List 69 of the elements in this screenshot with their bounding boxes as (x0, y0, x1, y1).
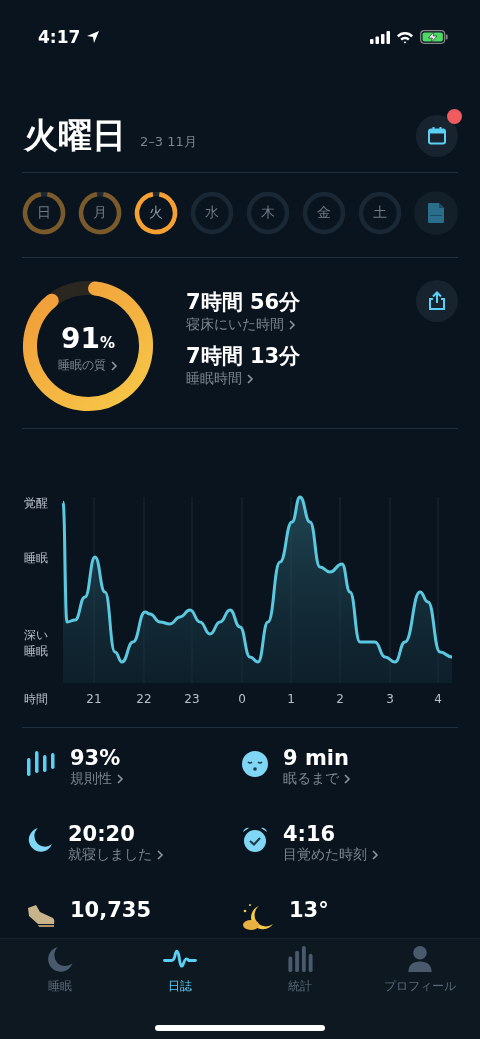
chevron-icon (156, 850, 164, 860)
tick-label: 23 (184, 692, 200, 706)
chevron-icon (343, 774, 351, 784)
bar-chart-icon (287, 945, 313, 974)
stat-link[interactable]: 就寝しました (68, 846, 164, 864)
chevron-icon (246, 374, 254, 384)
stat-value: 20:20 (68, 822, 136, 846)
duration-link[interactable]: 睡眠時間 (186, 370, 301, 388)
tab[interactable]: プロフィール (360, 945, 480, 995)
calendar-button[interactable] (416, 115, 458, 157)
sleepy-face-icon (241, 750, 269, 778)
date-range: 2–3 11月 (140, 133, 197, 151)
tick-label: 2 (336, 692, 344, 706)
day-title: 火曜日 (24, 114, 126, 157)
stat-value: 9 min (283, 746, 350, 770)
calendar-icon (427, 126, 447, 146)
day-ring[interactable]: 水 (190, 191, 234, 235)
stat-link[interactable]: 目覚めた時刻 (283, 846, 379, 864)
duration-value: 7時間 56分 (186, 289, 301, 316)
axis-label: 睡眠 (24, 644, 48, 658)
axis-label: 深い (24, 628, 48, 642)
wifi-icon (396, 30, 414, 44)
day-ring[interactable]: 日 (22, 191, 66, 235)
day-ring[interactable]: 金 (302, 191, 346, 235)
duration-link[interactable]: 寝床にいた時間 (186, 316, 301, 334)
quality-link[interactable]: 睡眠の質 (58, 357, 118, 374)
tick-label: 4 (434, 692, 442, 706)
chevron-icon (371, 850, 379, 860)
document-icon (426, 202, 446, 224)
location-arrow-icon (86, 30, 101, 44)
tick-label: 1 (287, 692, 295, 706)
day-ring[interactable]: 土 (358, 191, 402, 235)
chevron-icon (116, 774, 124, 784)
axis-label: 覚醒 (24, 496, 48, 510)
stat-value: 13° (289, 898, 329, 922)
tab[interactable]: 睡眠 (0, 945, 120, 995)
tick-label: 3 (386, 692, 394, 706)
stat-value: 4:16 (283, 822, 337, 846)
share-button[interactable] (416, 280, 458, 322)
chevron-icon (110, 360, 118, 371)
share-icon (428, 291, 446, 311)
bars-icon (26, 750, 56, 778)
tick-label: 0 (238, 692, 246, 706)
alarm-clock-icon (241, 826, 269, 854)
stat-link[interactable]: 規則性 (70, 770, 124, 788)
axis-label: 睡眠 (24, 551, 48, 565)
day-ring[interactable]: 火 (134, 191, 178, 235)
quality-percent: 91% (61, 322, 115, 355)
tab[interactable]: 統計 (240, 945, 360, 995)
day-ring[interactable]: 月 (78, 191, 122, 235)
report-button[interactable] (414, 191, 458, 235)
tick-label: 22 (136, 692, 152, 706)
status-time: 4:17 (38, 27, 81, 47)
tab[interactable]: 日誌 (120, 945, 240, 995)
tick-label: 21 (86, 692, 102, 706)
moon-icon (45, 945, 75, 974)
battery-charging-icon (420, 30, 448, 44)
signal-icon (370, 30, 390, 44)
shoe-icon (26, 902, 56, 930)
duration-value: 7時間 13分 (186, 343, 301, 370)
stat-link[interactable]: 眠るまで (283, 770, 351, 788)
moon-cloud-icon (241, 902, 275, 932)
chevron-icon (288, 320, 296, 330)
stat-value: 10,735 (70, 898, 152, 922)
day-ring[interactable]: 木 (246, 191, 290, 235)
stat-value: 93% (70, 746, 122, 770)
moon-icon (26, 826, 54, 854)
axis-title: 時間 (24, 692, 48, 706)
person-icon (407, 945, 433, 974)
